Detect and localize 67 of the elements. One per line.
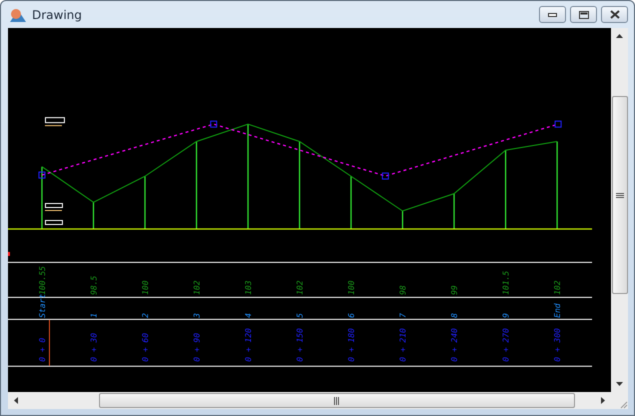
minimize-button[interactable] [539, 6, 566, 23]
station-line [350, 176, 352, 229]
elevation-label: 103 [244, 280, 253, 295]
point-label: Start [38, 294, 47, 318]
chainage-label: 0 + 240 [450, 328, 460, 362]
point-label: 4 [244, 313, 253, 318]
app-logo-icon [9, 6, 27, 22]
close-button[interactable] [601, 6, 628, 23]
point-label: 3 [192, 313, 202, 318]
maximize-icon [578, 10, 588, 18]
elevation-label: 98.5 [89, 276, 98, 295]
elevation-label: 102 [192, 280, 202, 295]
point-label: 1 [89, 313, 98, 318]
chainage-label: 0 + 270 [502, 328, 511, 362]
chainage-label: 0 + 0 [38, 338, 47, 362]
chainage-label: 0 + 210 [398, 328, 408, 362]
legend-mark [44, 203, 63, 211]
horizontal-scroll-thumb[interactable] [98, 393, 575, 408]
window-title: Drawing [32, 8, 82, 22]
point-label: 7 [398, 313, 408, 318]
point-label: 6 [347, 313, 356, 318]
point-label: 8 [450, 313, 460, 318]
station-line [41, 166, 43, 229]
edge-marker [8, 252, 10, 256]
station-line [144, 176, 146, 229]
elevation-label: 100 [347, 280, 356, 295]
chainage-label: 0 + 300 [553, 328, 562, 362]
scroll-left-icon [14, 397, 18, 404]
horizontal-scrollbar[interactable] [8, 392, 612, 409]
vertex-marker [38, 172, 46, 179]
scroll-down-icon [616, 382, 624, 386]
maximize-button[interactable] [570, 6, 597, 23]
elevation-label: 100.55 [38, 266, 47, 295]
chainage-label: 0 + 90 [192, 332, 202, 362]
vertex-marker [210, 120, 218, 128]
minimize-icon [548, 12, 557, 16]
vertical-scrollbar[interactable] [611, 28, 628, 392]
start-marker-line [48, 319, 50, 366]
station-line [453, 194, 455, 229]
chainage-label: 0 + 180 [347, 328, 356, 362]
chainage-label: 0 + 30 [89, 332, 98, 362]
elevation-label: 102 [553, 280, 562, 295]
scroll-up-icon [616, 34, 624, 38]
grip-icon [616, 192, 624, 198]
resize-grip-icon [620, 401, 628, 409]
vertex-marker [554, 120, 562, 128]
point-label: 2 [140, 313, 150, 318]
point-label: 5 [296, 313, 305, 318]
elevation-label: 99 [450, 285, 460, 295]
vertical-scroll-thumb[interactable] [612, 96, 628, 294]
legend-mark [44, 117, 65, 126]
elevation-label: 102 [296, 280, 305, 295]
legend-mark [44, 220, 63, 225]
elevation-label: 101.5 [502, 270, 511, 295]
elevation-label: 100 [140, 280, 150, 295]
chainage-label: 0 + 120 [244, 328, 253, 362]
close-icon [610, 10, 620, 19]
scroll-right-icon [601, 397, 606, 404]
vertex-marker [382, 172, 389, 180]
station-line [402, 211, 404, 229]
station-line [92, 202, 94, 229]
chainage-label: 0 + 150 [296, 328, 305, 362]
chainage-label: 0 + 60 [140, 332, 150, 362]
point-label: 9 [502, 313, 511, 318]
point-label: End [553, 303, 562, 318]
grip-icon [334, 396, 340, 404]
elevation-label: 98 [398, 285, 408, 295]
